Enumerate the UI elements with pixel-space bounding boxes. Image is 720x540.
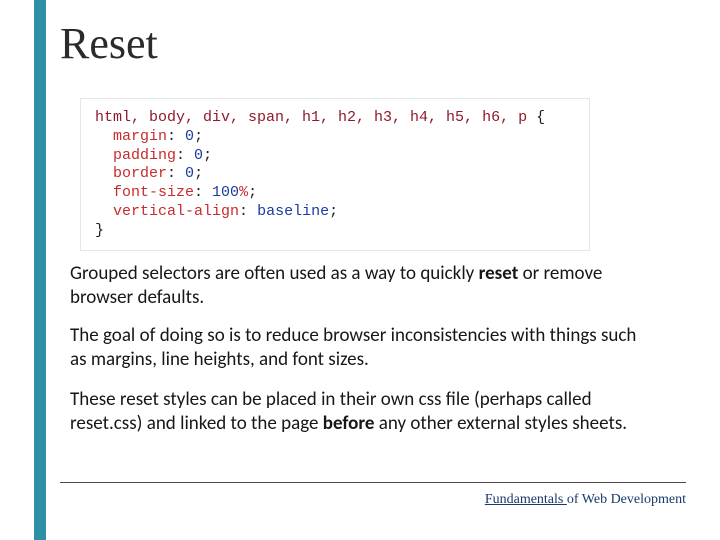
text-bold: reset bbox=[479, 262, 519, 285]
footer-divider bbox=[60, 482, 686, 483]
code-block: html, body, div, span, h1, h2, h3, h4, h… bbox=[80, 98, 590, 251]
code-prop: margin bbox=[113, 128, 167, 145]
slide: Reset html, body, div, span, h1, h2, h3,… bbox=[0, 0, 720, 540]
code-val: 100 bbox=[212, 184, 239, 201]
code-val: 0 bbox=[185, 128, 194, 145]
footer-underlined: Fundamentals bbox=[485, 492, 567, 507]
code-prop: font-size bbox=[113, 184, 194, 201]
paragraph-3: These reset styles can be placed in thei… bbox=[70, 388, 650, 436]
footer-text: Fundamentals of Web Development bbox=[485, 492, 686, 508]
code-unit: % bbox=[239, 184, 248, 201]
paragraph-2: The goal of doing so is to reduce browse… bbox=[70, 324, 650, 372]
code-val: 0 bbox=[194, 147, 203, 164]
text: Grouped selectors are often used as a wa… bbox=[70, 262, 479, 285]
code-close-brace: } bbox=[95, 222, 104, 239]
code-prop: border bbox=[113, 165, 167, 182]
text: any other external styles sheets. bbox=[374, 412, 627, 435]
code-prop: padding bbox=[113, 147, 176, 164]
footer-rest: of Web Development bbox=[567, 492, 686, 507]
code-open-brace: { bbox=[527, 109, 545, 126]
slide-title: Reset bbox=[60, 18, 158, 69]
code-val: baseline bbox=[257, 203, 329, 220]
code-selectors: html, body, div, span, h1, h2, h3, h4, h… bbox=[95, 109, 527, 126]
code-val: 0 bbox=[185, 165, 194, 182]
paragraph-1: Grouped selectors are often used as a wa… bbox=[70, 262, 650, 310]
accent-stripe bbox=[34, 0, 46, 540]
code-prop: vertical-align bbox=[113, 203, 239, 220]
text-bold: before bbox=[323, 412, 375, 435]
